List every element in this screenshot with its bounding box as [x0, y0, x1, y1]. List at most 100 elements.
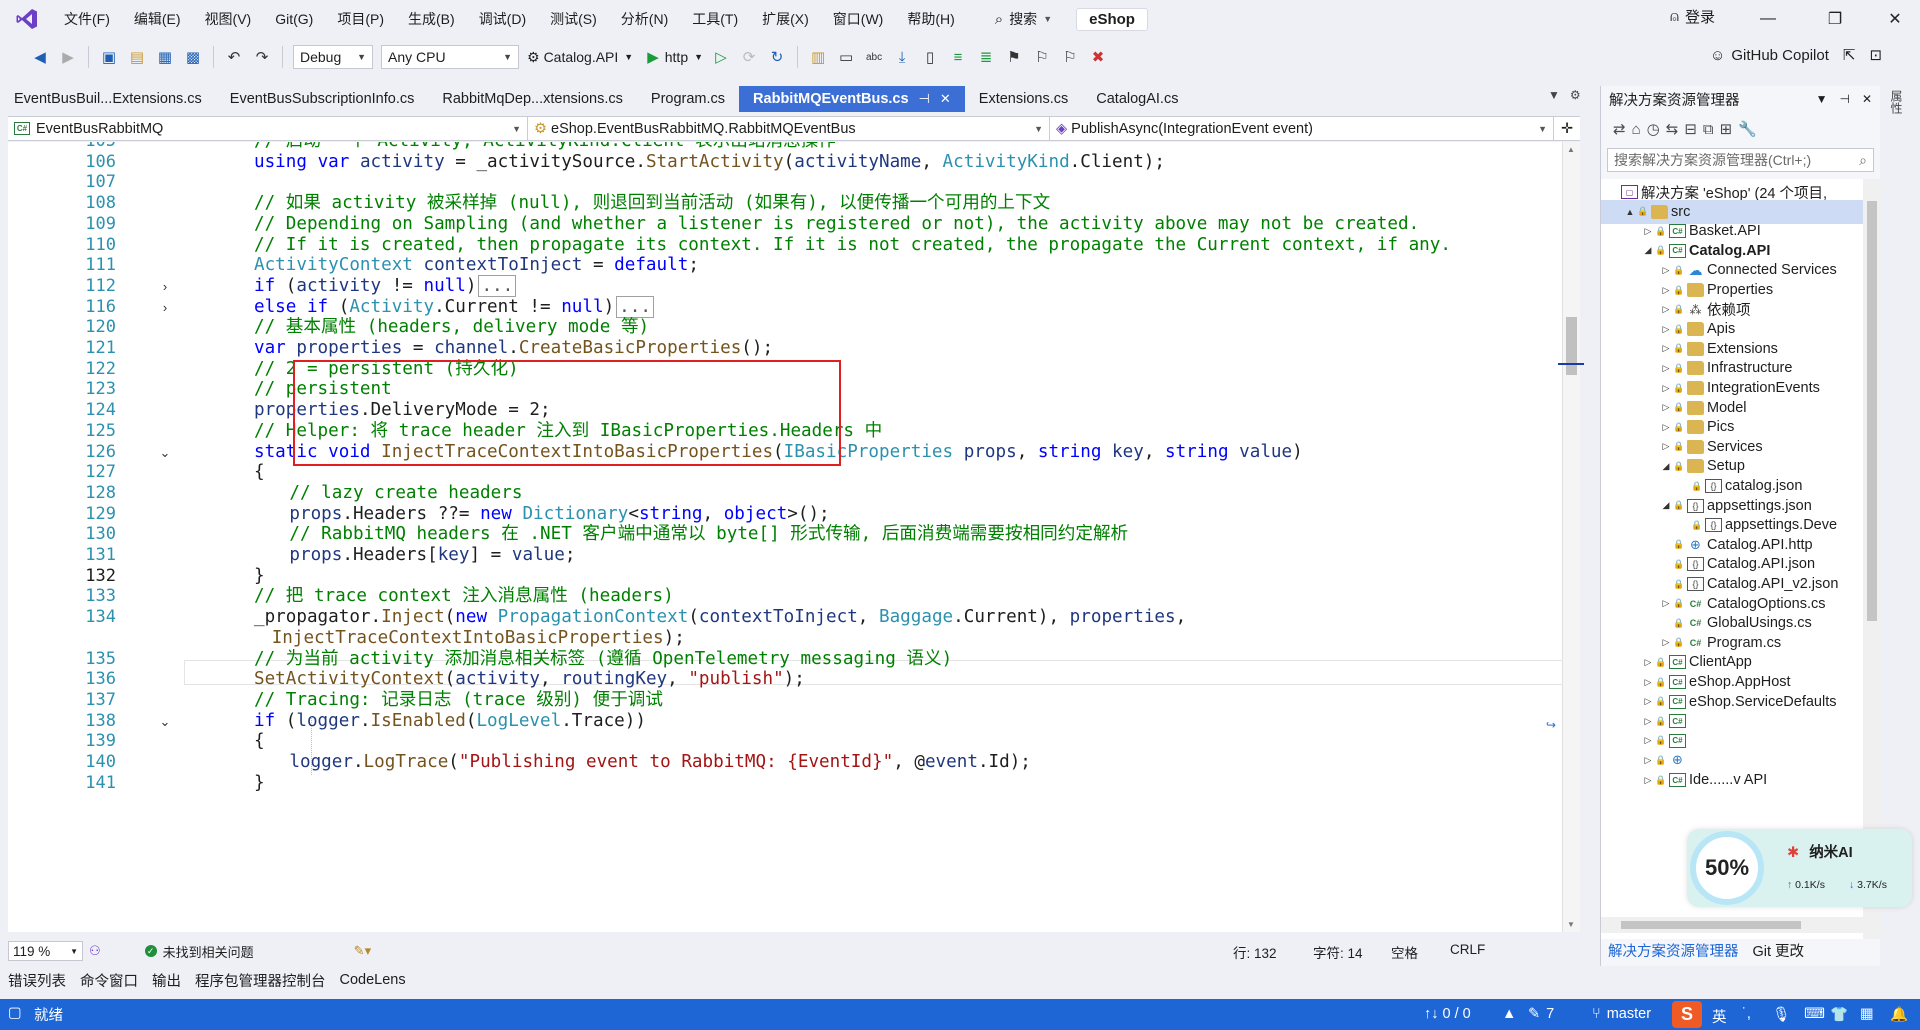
window-layout-icon[interactable]: ▭	[835, 46, 857, 68]
menu-item[interactable]: 工具(T)	[680, 5, 750, 33]
code-editor[interactable]: 105// 启动 一个 Activity, ActivityKind.Clien…	[8, 142, 1562, 932]
minimize-button[interactable]: —	[1745, 6, 1791, 32]
eol-indicator[interactable]: CRLF	[1450, 942, 1485, 957]
toolbox-icon[interactable]: ▦	[1860, 1006, 1874, 1022]
clear-bookmarks-icon[interactable]: ✖	[1087, 46, 1109, 68]
collapse-arrow-icon[interactable]: ◢	[1659, 500, 1673, 511]
bottom-tool-tab[interactable]: 程序包管理器控制台	[195, 970, 326, 991]
history-icon[interactable]: ◷	[1647, 120, 1660, 138]
side-tool-tab[interactable]: 属性	[1888, 90, 1905, 114]
start-without-debugging-icon[interactable]: ▷	[710, 46, 732, 68]
document-tab[interactable]: EventBusBuil...Extensions.cs	[0, 86, 216, 112]
menu-item[interactable]: 项目(P)	[325, 5, 396, 33]
switch-views-icon[interactable]: ⇄	[1613, 120, 1626, 138]
open-folder-icon[interactable]: ▤	[126, 46, 148, 68]
solution-explorer-horizontal-scrollbar[interactable]	[1601, 917, 1863, 933]
menu-item[interactable]: Git(G)	[263, 5, 325, 33]
save-icon[interactable]: ▦	[154, 46, 176, 68]
document-tab[interactable]: RabbitMqDep...xtensions.cs	[428, 86, 637, 112]
expand-arrow-icon[interactable]: ▷	[1659, 422, 1673, 433]
login-button[interactable]: ⍝ 登录	[1670, 6, 1715, 27]
cleanup-icon[interactable]: ✎▾	[354, 943, 371, 959]
device-icon[interactable]: ▯	[919, 46, 941, 68]
menu-item[interactable]: 扩展(X)	[750, 5, 821, 33]
scroll-down-icon[interactable]: ▼	[1567, 920, 1575, 929]
properties-icon[interactable]: 🔧	[1738, 120, 1757, 138]
expand-arrow-icon[interactable]: ▷	[1641, 775, 1655, 786]
menu-item[interactable]: 生成(B)	[396, 5, 467, 33]
output-window-icon[interactable]: ▢	[8, 1005, 22, 1021]
document-tab-active[interactable]: RabbitMQEventBus.cs ⊣ ✕	[739, 86, 965, 112]
tree-item[interactable]: ▷ 🔒 C# Ide......v API	[1601, 768, 1863, 792]
bottom-tool-tab[interactable]: CodeLens	[340, 972, 406, 988]
char-indicator[interactable]: 字符: 14	[1313, 942, 1363, 962]
expand-arrow-icon[interactable]: ▷	[1641, 696, 1655, 707]
notifications-icon[interactable]: 🔔	[1890, 1006, 1908, 1023]
indent-icon[interactable]: ≡	[947, 46, 969, 68]
push-icon[interactable]: ▲	[1502, 1006, 1516, 1022]
visual-studio-logo-icon[interactable]	[14, 6, 40, 32]
step-icon[interactable]: ⤓	[891, 46, 913, 68]
document-tab[interactable]: EventBusSubscriptionInfo.cs	[216, 86, 429, 112]
expand-arrow-icon[interactable]: ▷	[1641, 677, 1655, 688]
outdent-icon[interactable]: ≣	[975, 46, 997, 68]
ime-language[interactable]: 英	[1712, 1006, 1727, 1027]
collapse-all-icon[interactable]: ⊟	[1684, 120, 1697, 138]
configuration-select[interactable]: Debug ▼	[293, 45, 373, 69]
expand-arrow-icon[interactable]: ▷	[1659, 304, 1673, 315]
expand-arrow-icon[interactable]: ▷	[1659, 441, 1673, 452]
menu-item[interactable]: 文件(F)	[52, 5, 122, 33]
document-tab[interactable]: Program.cs	[637, 86, 739, 112]
new-project-icon[interactable]: ▣	[98, 46, 120, 68]
dropdown-icon[interactable]: ▼	[1816, 92, 1828, 106]
member-select[interactable]: ◈ PublishAsync(IntegrationEvent event) ▼	[1050, 117, 1554, 140]
expand-arrow-icon[interactable]: ▷	[1641, 716, 1655, 727]
collapse-arrow-icon[interactable]: ◢	[1659, 461, 1673, 472]
split-editor-button[interactable]: ✛	[1554, 117, 1580, 140]
home-icon[interactable]: ⌂	[1632, 121, 1641, 138]
line-indicator[interactable]: 行: 132	[1233, 942, 1277, 962]
tab-list-icon[interactable]: ▼	[1548, 88, 1560, 102]
copilot-status-icon[interactable]: ⚇	[89, 943, 101, 959]
solution-explorer-hscroll-thumb[interactable]	[1621, 921, 1801, 929]
bottom-tool-tab[interactable]: 输出	[152, 970, 181, 991]
project-select[interactable]: C# EventBusRabbitMQ ▼	[8, 117, 528, 140]
solution-search-input[interactable]: 搜索解决方案资源管理器(Ctrl+;) ⌕	[1607, 148, 1874, 172]
collapse-arrow-icon[interactable]: ▲	[1623, 207, 1637, 217]
close-window-button[interactable]: ✕	[1872, 6, 1918, 32]
network-speed-widget[interactable]: 50% ✱ 纳米AI ↑ 0.1K/s ↓ 3.7K/s	[1687, 829, 1912, 907]
keyboard-icon[interactable]: ⌨	[1804, 1006, 1825, 1022]
expand-arrow-icon[interactable]: ▷	[1659, 343, 1673, 354]
editor-vertical-scrollbar[interactable]: ▲ ▼	[1558, 142, 1584, 932]
menu-item[interactable]: 窗口(W)	[821, 5, 896, 33]
sogou-ime-icon[interactable]: S	[1672, 1001, 1702, 1028]
prev-bookmark-icon[interactable]: ⚐	[1031, 46, 1053, 68]
expand-arrow-icon[interactable]: ▷	[1659, 363, 1673, 374]
github-copilot-button[interactable]: ☺ GitHub Copilot ⇱ ⊡	[1710, 46, 1882, 65]
zoom-select[interactable]: 119 % ▼	[8, 941, 83, 961]
skin-icon[interactable]: 👕	[1830, 1006, 1848, 1023]
issues-status[interactable]: 未找到相关问题	[163, 942, 254, 961]
startup-project-select[interactable]: ⚙ Catalog.API ▼	[527, 49, 633, 66]
undo-icon[interactable]: ↶	[223, 46, 245, 68]
refresh-icon[interactable]: ↻	[766, 46, 788, 68]
solution-explorer-scrollbar[interactable]	[1863, 179, 1881, 939]
collapse-arrow-icon[interactable]: ◢	[1641, 245, 1655, 256]
solution-explorer-scroll-thumb[interactable]	[1867, 201, 1877, 621]
expand-arrow-icon[interactable]: ▷	[1659, 265, 1673, 276]
expand-arrow-icon[interactable]: ▷	[1641, 226, 1655, 237]
collapsed-region[interactable]: ...	[478, 274, 517, 297]
expand-arrow-icon[interactable]: ▷	[1659, 402, 1673, 413]
forward-icon[interactable]: ▶	[57, 46, 79, 68]
expand-arrow-icon[interactable]: ▷	[1641, 735, 1655, 746]
menu-item[interactable]: 测试(S)	[538, 5, 609, 33]
punctuation-icon[interactable]: ˙,	[1742, 1006, 1751, 1022]
start-debugging-button[interactable]: ▶ http ▼	[641, 48, 703, 66]
close-icon[interactable]: ✕	[1862, 92, 1872, 106]
sync-icon[interactable]: ⇆	[1666, 120, 1679, 138]
expand-arrow-icon[interactable]: ▷	[1659, 324, 1673, 335]
back-icon[interactable]: ◀	[29, 46, 51, 68]
menu-item[interactable]: 编辑(E)	[122, 5, 193, 33]
close-tab-icon[interactable]: ✕	[940, 86, 951, 112]
menu-item[interactable]: 帮助(H)	[895, 5, 966, 33]
